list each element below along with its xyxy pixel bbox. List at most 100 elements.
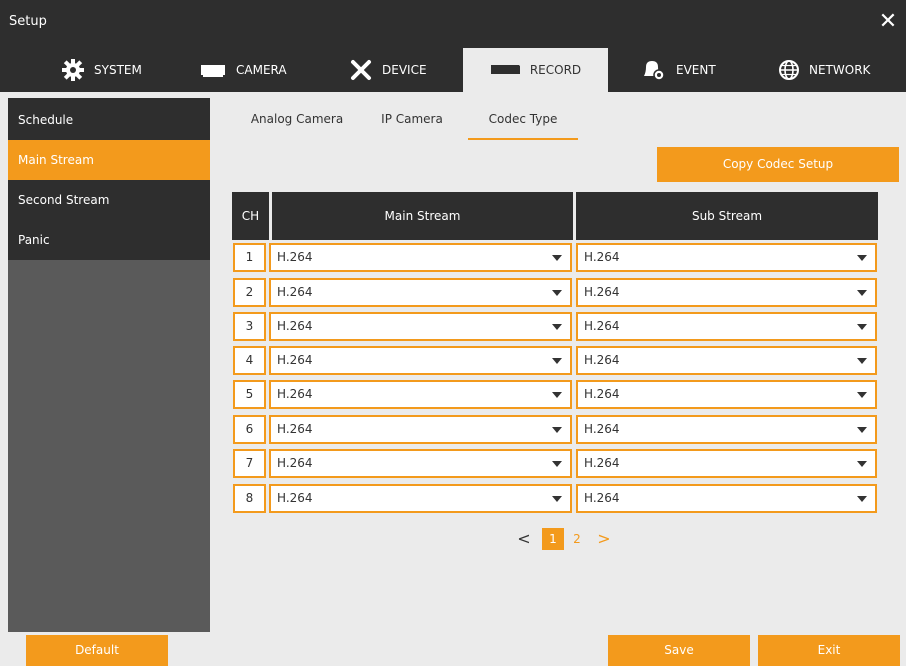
tab-network-label: NETWORK bbox=[809, 63, 871, 77]
save-button[interactable]: Save bbox=[608, 635, 750, 666]
main-stream-codec-select[interactable]: H.264 bbox=[269, 278, 572, 307]
sub-stream-codec-value: H.264 bbox=[584, 285, 620, 299]
chevron-down-icon bbox=[552, 392, 562, 398]
chevron-down-icon bbox=[857, 461, 867, 467]
main-stream-codec-value: H.264 bbox=[277, 353, 313, 367]
subtab-ip-camera[interactable]: IP Camera bbox=[372, 98, 452, 140]
sub-stream-codec-select[interactable]: H.264 bbox=[576, 278, 877, 307]
chevron-down-icon bbox=[857, 427, 867, 433]
channel-number: 2 bbox=[233, 278, 266, 307]
default-button[interactable]: Default bbox=[26, 635, 168, 666]
main-stream-codec-select[interactable]: H.264 bbox=[269, 346, 572, 375]
column-header-sub-stream: Sub Stream bbox=[576, 192, 878, 240]
main-stream-codec-select[interactable]: H.264 bbox=[269, 415, 572, 444]
tab-camera[interactable]: CAMERA bbox=[200, 48, 310, 92]
main-stream-codec-value: H.264 bbox=[277, 250, 313, 264]
chevron-down-icon bbox=[857, 290, 867, 296]
chevron-down-icon bbox=[857, 255, 867, 261]
chevron-down-icon bbox=[552, 358, 562, 364]
main-stream-codec-value: H.264 bbox=[277, 491, 313, 505]
sub-stream-codec-select[interactable]: H.264 bbox=[576, 484, 877, 513]
main-stream-codec-value: H.264 bbox=[277, 285, 313, 299]
sub-stream-codec-value: H.264 bbox=[584, 353, 620, 367]
main-stream-codec-select[interactable]: H.264 bbox=[269, 312, 572, 341]
main-stream-codec-select[interactable]: H.264 bbox=[269, 484, 572, 513]
channel-number: 6 bbox=[233, 415, 266, 444]
pagination: < 1 2 > bbox=[514, 528, 624, 550]
tab-system[interactable]: SYSTEM bbox=[60, 48, 170, 92]
setup-window: Setup ✕ SYSTEM CAMERA DEVICE RECORD EVEN… bbox=[0, 0, 906, 666]
sub-stream-codec-value: H.264 bbox=[584, 491, 620, 505]
chevron-down-icon bbox=[552, 290, 562, 296]
sidebar-menu: Schedule Main Stream Second Stream Panic bbox=[8, 98, 210, 260]
main-stream-codec-value: H.264 bbox=[277, 319, 313, 333]
page-2-button[interactable]: 2 bbox=[566, 528, 588, 550]
close-icon[interactable]: ✕ bbox=[876, 10, 900, 34]
tab-network[interactable]: NETWORK bbox=[777, 48, 887, 92]
chevron-down-icon bbox=[552, 461, 562, 467]
sidebar-item-schedule[interactable]: Schedule bbox=[8, 100, 210, 140]
sub-stream-codec-select[interactable]: H.264 bbox=[576, 243, 877, 272]
main-stream-codec-value: H.264 bbox=[277, 387, 313, 401]
subtab-bar: Analog Camera IP Camera Codec Type bbox=[232, 98, 892, 140]
main-stream-codec-select[interactable]: H.264 bbox=[269, 449, 572, 478]
sub-stream-codec-value: H.264 bbox=[584, 456, 620, 470]
sidebar-item-second-stream[interactable]: Second Stream bbox=[8, 180, 210, 220]
channel-number: 1 bbox=[233, 243, 266, 272]
main-stream-codec-value: H.264 bbox=[277, 422, 313, 436]
next-page-button[interactable]: > bbox=[594, 528, 614, 550]
sub-stream-codec-select[interactable]: H.264 bbox=[576, 380, 877, 409]
tab-event-label: EVENT bbox=[676, 63, 716, 77]
channel-number: 4 bbox=[233, 346, 266, 375]
sub-stream-codec-select[interactable]: H.264 bbox=[576, 312, 877, 341]
sub-stream-codec-select[interactable]: H.264 bbox=[576, 346, 877, 375]
sub-stream-codec-value: H.264 bbox=[584, 319, 620, 333]
window-title: Setup bbox=[9, 14, 47, 29]
chevron-down-icon bbox=[857, 392, 867, 398]
recorder-icon bbox=[490, 65, 520, 74]
sub-stream-codec-value: H.264 bbox=[584, 422, 620, 436]
title-bar: Setup ✕ bbox=[0, 0, 906, 48]
chevron-down-icon bbox=[857, 324, 867, 330]
main-stream-codec-select[interactable]: H.264 bbox=[269, 243, 572, 272]
sidebar: Schedule Main Stream Second Stream Panic bbox=[8, 98, 210, 632]
channel-number: 3 bbox=[233, 312, 266, 341]
column-header-main-stream: Main Stream bbox=[272, 192, 573, 240]
chevron-down-icon bbox=[552, 324, 562, 330]
gear-icon bbox=[62, 59, 84, 81]
chevron-down-icon bbox=[552, 255, 562, 261]
tools-icon bbox=[351, 60, 371, 80]
main-stream-codec-value: H.264 bbox=[277, 456, 313, 470]
channel-number: 5 bbox=[233, 380, 266, 409]
chevron-down-icon bbox=[552, 496, 562, 502]
subtab-analog-camera[interactable]: Analog Camera bbox=[242, 98, 352, 140]
previous-page-button[interactable]: < bbox=[514, 528, 534, 550]
tab-record-label: RECORD bbox=[529, 63, 582, 77]
globe-icon bbox=[779, 60, 799, 80]
chevron-down-icon bbox=[857, 496, 867, 502]
copy-codec-setup-button[interactable]: Copy Codec Setup bbox=[657, 147, 899, 182]
camera-icon bbox=[201, 65, 225, 77]
column-header-ch: CH bbox=[232, 192, 269, 240]
channel-number: 8 bbox=[233, 484, 266, 513]
tab-record[interactable]: RECORD bbox=[463, 48, 608, 92]
sidebar-item-main-stream[interactable]: Main Stream bbox=[8, 140, 210, 180]
tab-camera-label: CAMERA bbox=[236, 63, 287, 77]
subtab-codec-type[interactable]: Codec Type bbox=[468, 98, 578, 140]
tab-device[interactable]: DEVICE bbox=[350, 48, 450, 92]
tab-system-label: SYSTEM bbox=[94, 63, 142, 77]
chevron-down-icon bbox=[552, 427, 562, 433]
exit-button[interactable]: Exit bbox=[758, 635, 900, 666]
sub-stream-codec-value: H.264 bbox=[584, 387, 620, 401]
sub-stream-codec-select[interactable]: H.264 bbox=[576, 449, 877, 478]
sidebar-item-panic[interactable]: Panic bbox=[8, 220, 210, 260]
top-nav: SYSTEM CAMERA DEVICE RECORD EVENT NETWOR… bbox=[0, 48, 906, 92]
page-1-button[interactable]: 1 bbox=[542, 528, 564, 550]
tab-event[interactable]: EVENT bbox=[640, 48, 740, 92]
sub-stream-codec-select[interactable]: H.264 bbox=[576, 415, 877, 444]
chevron-down-icon bbox=[857, 358, 867, 364]
channel-number: 7 bbox=[233, 449, 266, 478]
main-stream-codec-select[interactable]: H.264 bbox=[269, 380, 572, 409]
tab-device-label: DEVICE bbox=[382, 63, 427, 77]
bell-icon bbox=[644, 61, 665, 81]
